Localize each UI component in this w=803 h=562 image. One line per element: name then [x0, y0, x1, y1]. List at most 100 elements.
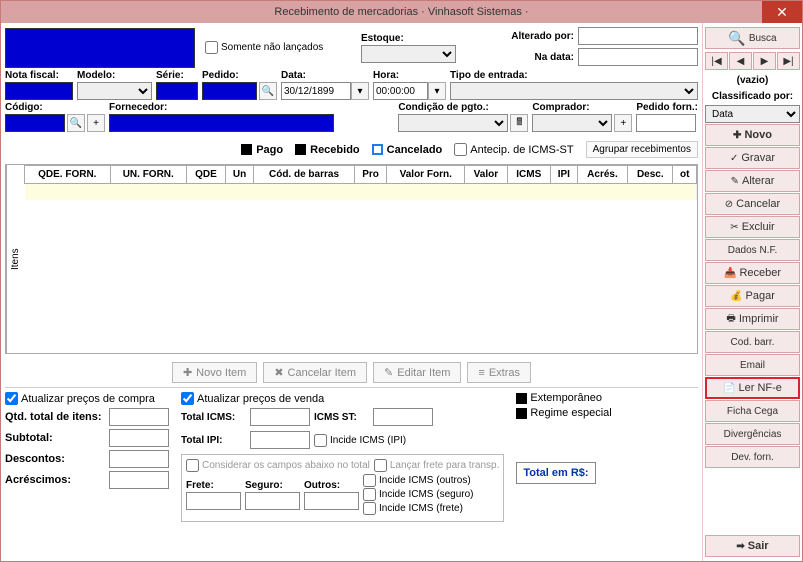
column-header[interactable]: Valor — [465, 166, 508, 184]
nadata-input[interactable] — [578, 48, 698, 66]
pagar-button[interactable]: 💰 Pagar — [705, 285, 800, 307]
estoque-select[interactable] — [361, 45, 456, 63]
frete-input[interactable] — [186, 492, 241, 510]
imprimir-button[interactable]: 🖶 Imprimir — [705, 308, 800, 330]
editar-item-button[interactable]: ✎ Editar Item — [373, 362, 461, 383]
modelo-label: Modelo: — [77, 70, 152, 81]
antecip-label: Antecip. de ICMS-ST — [470, 144, 573, 156]
totalicms-input[interactable] — [250, 408, 310, 426]
alterado-input[interactable] — [578, 27, 698, 45]
icmsst-label: ICMS ST: — [314, 412, 369, 423]
comprador-add-icon[interactable]: + — [614, 114, 632, 132]
comprador-select[interactable] — [532, 114, 612, 132]
forn-input[interactable] — [109, 114, 334, 132]
close-button[interactable]: ✕ — [762, 1, 802, 23]
agrupar-button[interactable]: Agrupar recebimentos — [586, 141, 698, 158]
tipo-label: Tipo de entrada: — [450, 70, 698, 81]
antecip-checkbox[interactable] — [454, 143, 467, 156]
data-input[interactable] — [281, 82, 351, 100]
seguro-input[interactable] — [245, 492, 300, 510]
itens-tab[interactable]: Itens — [6, 165, 24, 353]
alterado-label: Alterado por: — [494, 31, 574, 42]
modelo-select[interactable] — [77, 82, 152, 100]
column-header[interactable]: Cód. de barras — [254, 166, 354, 184]
descontos-input[interactable] — [109, 450, 169, 468]
fichacega-button[interactable]: Ficha Cega — [705, 400, 800, 422]
tipo-select[interactable] — [450, 82, 698, 100]
nf-label: Nota fiscal: — [5, 70, 73, 81]
cancelar-item-button[interactable]: ✖ Cancelar Item — [263, 362, 367, 383]
column-header[interactable]: QDE — [186, 166, 225, 184]
data-spinner-icon[interactable]: ▾ — [351, 82, 369, 100]
incideipi-checkbox[interactable] — [314, 434, 327, 447]
lernfe-button[interactable]: 📄 Ler NF-e — [705, 377, 800, 399]
column-header[interactable]: Acrés. — [577, 166, 627, 184]
icmsst-input[interactable] — [373, 408, 433, 426]
outros-label: Outros: — [304, 480, 359, 491]
totalipi-input[interactable] — [250, 431, 310, 449]
pedido-input[interactable] — [202, 82, 257, 100]
nav-next-button[interactable]: ▶ — [753, 52, 776, 70]
header-logo — [5, 28, 195, 68]
data-label: Data: — [281, 70, 369, 81]
novo-item-button[interactable]: ✚ Novo Item — [172, 362, 257, 383]
hora-spinner-icon[interactable]: ▾ — [428, 82, 446, 100]
pedido-search-icon[interactable]: 🔍 — [259, 82, 277, 100]
column-header[interactable]: Valor Forn. — [387, 166, 465, 184]
cond-select[interactable] — [398, 114, 508, 132]
nav-prev-button[interactable]: ◀ — [729, 52, 752, 70]
acrescimos-input[interactable] — [109, 471, 169, 489]
classif-select[interactable]: Data — [705, 105, 800, 123]
seguro-label: Seguro: — [245, 480, 300, 491]
column-header[interactable]: QDE. FORN. — [25, 166, 111, 184]
lancarfrete-checkbox[interactable] — [374, 459, 387, 472]
grid[interactable]: QDE. FORN.UN. FORN.QDEUnCód. de barrasPr… — [24, 165, 697, 353]
atualvenda-checkbox[interactable] — [181, 392, 194, 405]
considerar-checkbox[interactable] — [186, 459, 199, 472]
codigo-add-icon[interactable]: + — [87, 114, 105, 132]
codigo-search-icon[interactable]: 🔍 — [67, 114, 85, 132]
column-header[interactable]: ICMS — [507, 166, 550, 184]
email-button[interactable]: Email — [705, 354, 800, 376]
column-header[interactable]: UN. FORN. — [110, 166, 186, 184]
column-header[interactable]: Desc. — [628, 166, 673, 184]
excluir-button[interactable]: ✂ Excluir — [705, 216, 800, 238]
nf-input[interactable] — [5, 82, 73, 100]
subtotal-label: Subtotal: — [5, 432, 105, 444]
pedforn-input[interactable] — [636, 114, 696, 132]
sair-button[interactable]: ➡ Sair — [705, 535, 800, 557]
calc-icon[interactable]: 🖩 — [510, 114, 528, 132]
incideoutros-checkbox[interactable] — [363, 474, 376, 487]
gravar-button[interactable]: ✓ Gravar — [705, 147, 800, 169]
extras-button[interactable]: ≡ Extras — [467, 362, 531, 383]
nav-last-button[interactable]: ▶| — [777, 52, 800, 70]
outros-input[interactable] — [304, 492, 359, 510]
nav-first-button[interactable]: |◀ — [705, 52, 728, 70]
table-row[interactable] — [25, 184, 697, 200]
dadosnf-button[interactable]: Dados N.F. — [705, 239, 800, 261]
busca-button[interactable]: 🔍Busca — [705, 27, 800, 49]
hora-input[interactable] — [373, 82, 428, 100]
titlebar: Recebimento de mercadorias · Vinhasoft S… — [1, 1, 802, 23]
incidefrete-checkbox[interactable] — [363, 502, 376, 515]
qtd-input[interactable] — [109, 408, 169, 426]
codbarr-button[interactable]: Cod. barr. — [705, 331, 800, 353]
devforn-button[interactable]: Dev. forn. — [705, 446, 800, 468]
atualcompra-checkbox[interactable] — [5, 392, 18, 405]
totalipi-label: Total IPI: — [181, 435, 246, 446]
receber-button[interactable]: 📥 Receber — [705, 262, 800, 284]
column-header[interactable]: Un — [225, 166, 253, 184]
column-header[interactable]: IPI — [550, 166, 577, 184]
subtotal-input[interactable] — [109, 429, 169, 447]
column-header[interactable]: Pro — [354, 166, 387, 184]
incideseguro-checkbox[interactable] — [363, 488, 376, 501]
codigo-input[interactable] — [5, 114, 65, 132]
somente-checkbox[interactable] — [205, 41, 218, 54]
serie-input[interactable] — [156, 82, 198, 100]
novo-button[interactable]: ✚ Novo — [705, 124, 800, 146]
qtd-label: Qtd. total de itens: — [5, 411, 105, 423]
alterar-button[interactable]: ✎ Alterar — [705, 170, 800, 192]
column-header[interactable]: ot — [673, 166, 697, 184]
diverg-button[interactable]: Divergências — [705, 423, 800, 445]
cancelar-button[interactable]: ⊘ Cancelar — [705, 193, 800, 215]
